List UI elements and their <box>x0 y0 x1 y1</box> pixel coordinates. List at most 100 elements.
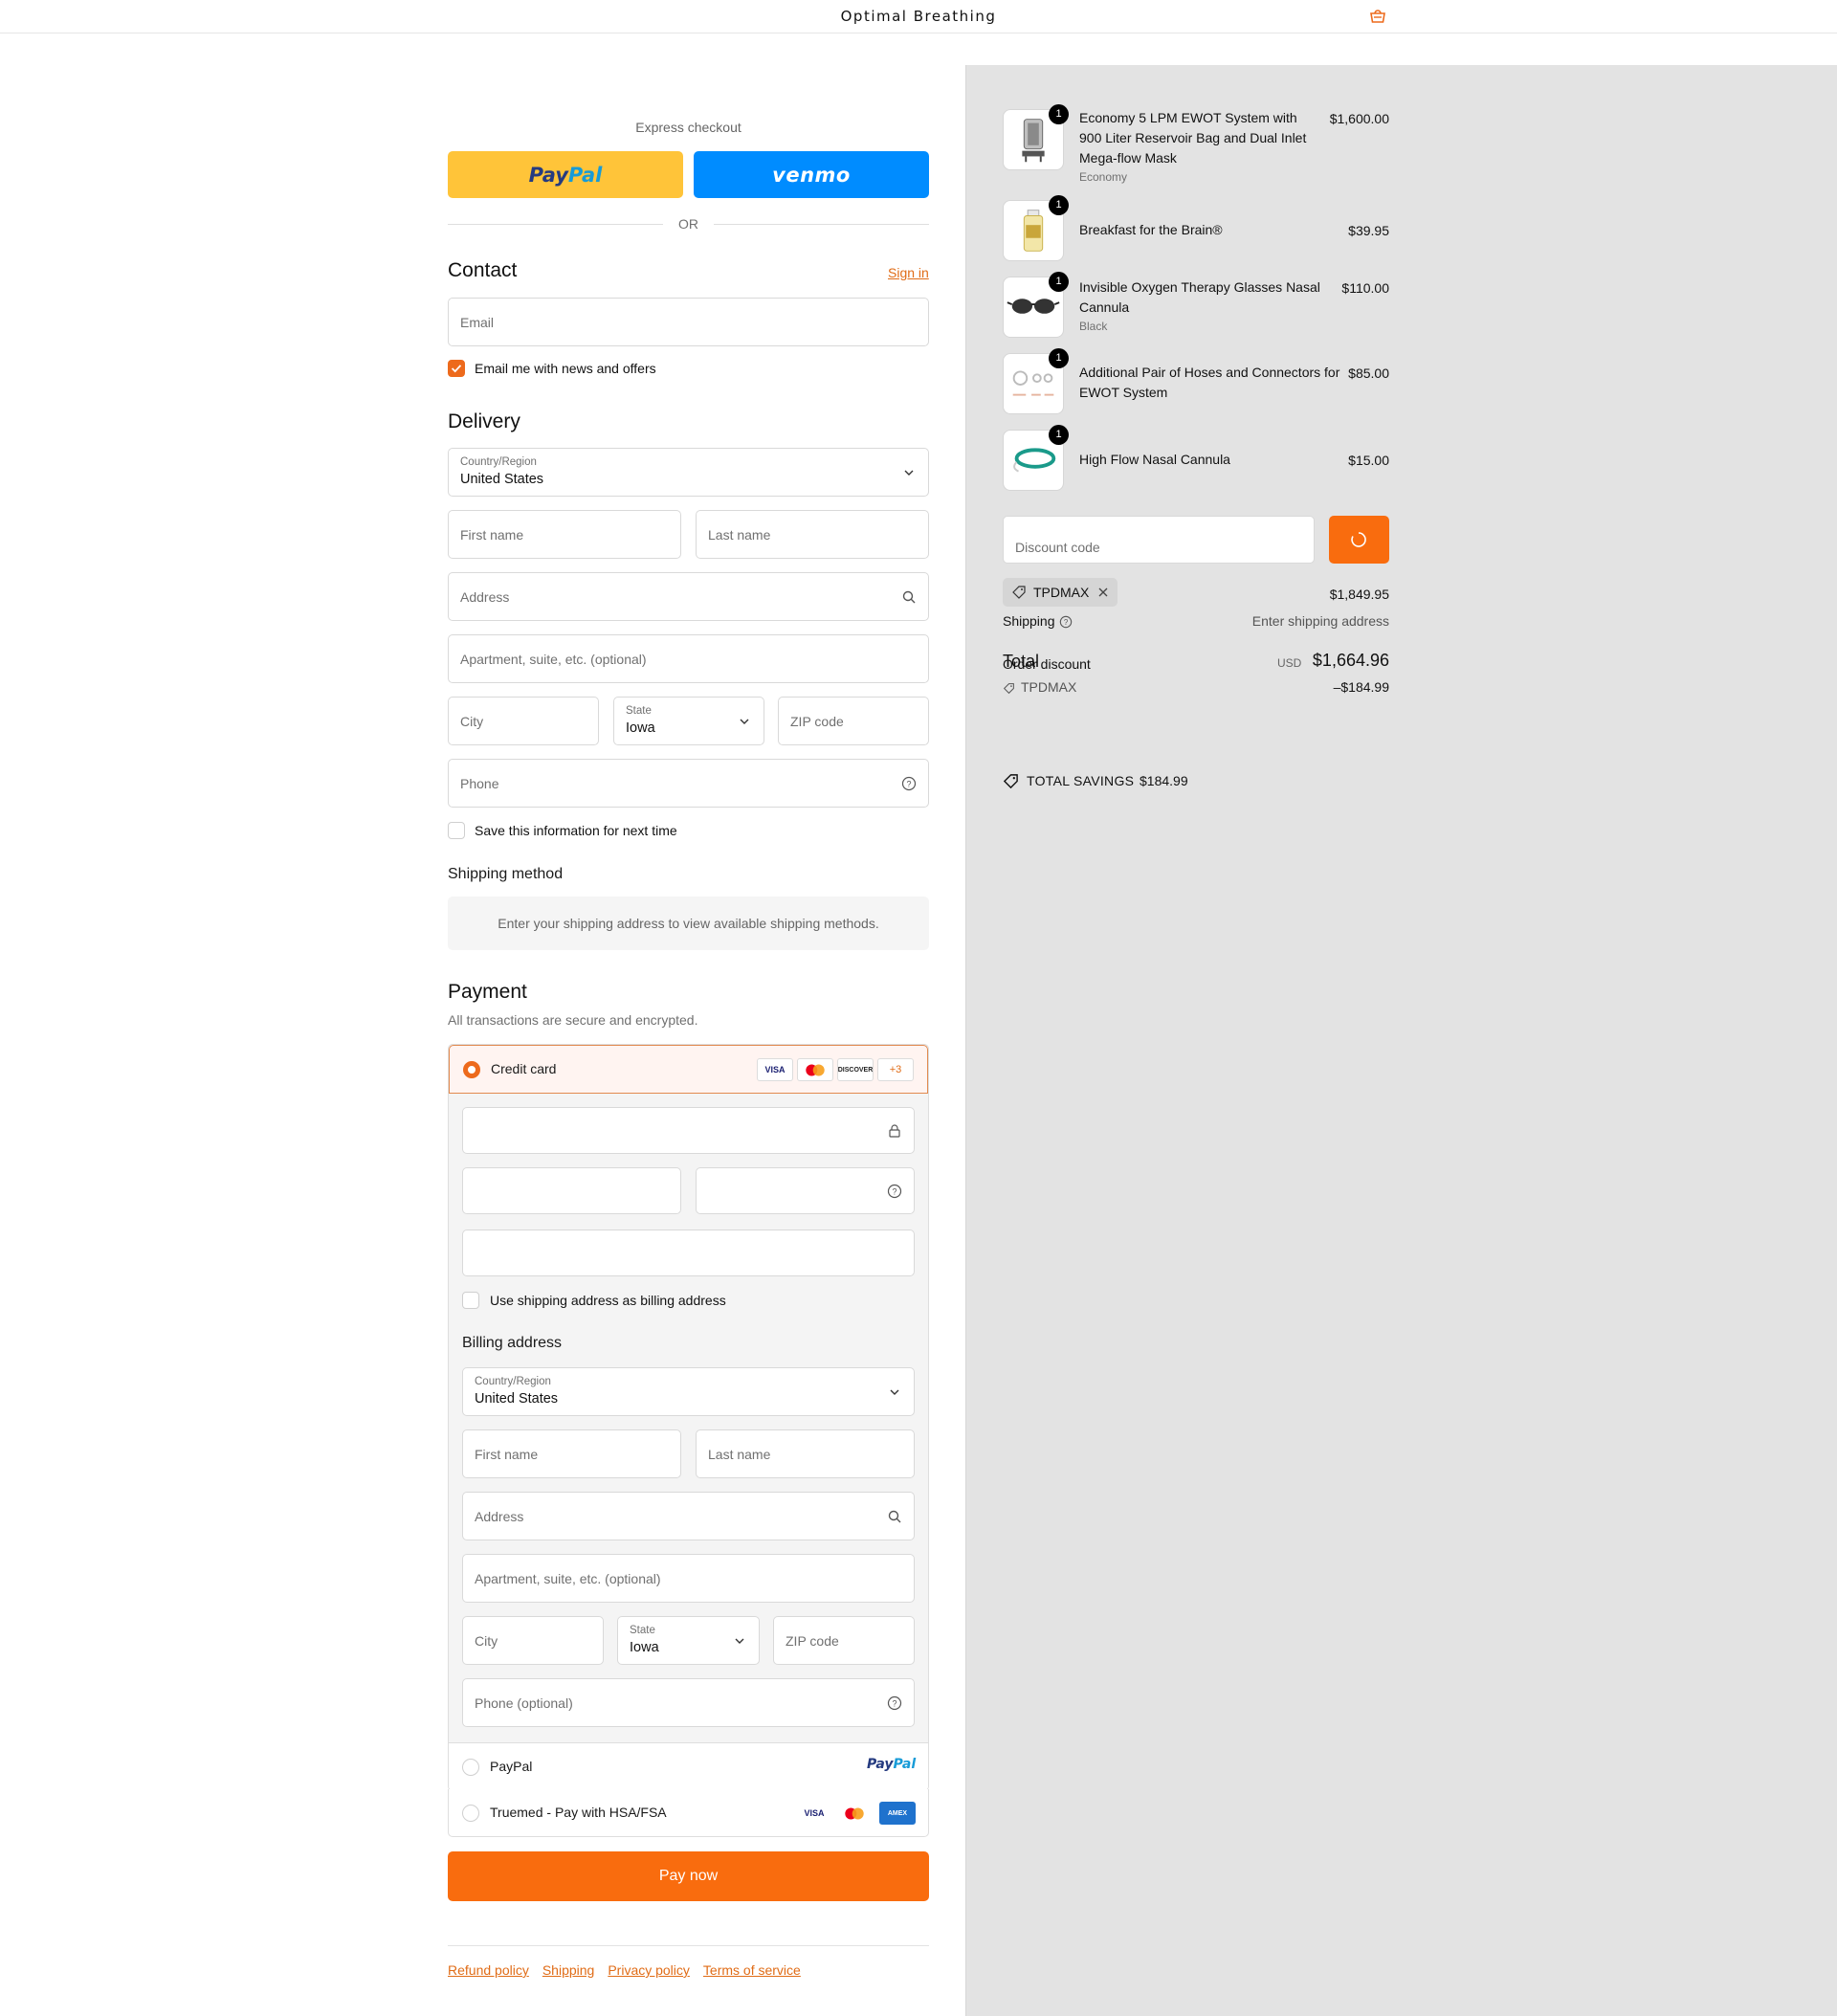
venmo-logo: venmo <box>772 163 851 187</box>
save-info-checkbox[interactable] <box>448 822 465 839</box>
use-shipping-label: Use shipping address as billing address <box>490 1293 726 1308</box>
email-field[interactable]: Email <box>448 298 929 346</box>
terms-of-service-link[interactable]: Terms of service <box>703 1962 801 1978</box>
billing-address-field[interactable]: Address <box>462 1492 915 1540</box>
privacy-policy-link[interactable]: Privacy policy <box>608 1962 690 1978</box>
pay-now-button[interactable]: Pay now <box>448 1851 929 1901</box>
paypal-radio[interactable] <box>462 1759 479 1776</box>
billing-zip-field[interactable]: ZIP code <box>773 1616 915 1665</box>
chevron-down-icon <box>740 719 749 724</box>
item-price: $1,600.00 <box>1329 111 1389 126</box>
billing-country-select[interactable]: Country/Region United States <box>462 1367 915 1416</box>
shipping-policy-link[interactable]: Shipping <box>542 1962 595 1978</box>
payment-subtitle: All transactions are secure and encrypte… <box>448 1012 698 1028</box>
help-icon[interactable]: ? <box>887 1695 902 1711</box>
address-field[interactable]: Address <box>448 572 929 621</box>
apartment-field[interactable]: Apartment, suite, etc. (optional) <box>448 634 929 683</box>
billing-city-placeholder: City <box>475 1632 498 1649</box>
applied-code-text: TPDMAX <box>1033 585 1090 600</box>
first-name-field[interactable]: First name <box>448 510 681 559</box>
item-name: Breakfast for the Brain® <box>1079 222 1223 237</box>
billing-apartment-placeholder: Apartment, suite, etc. (optional) <box>475 1570 661 1586</box>
item-variant: Black <box>1079 320 1108 333</box>
shipping-value: Enter shipping address <box>1251 613 1389 629</box>
truemed-option[interactable]: Truemed - Pay with HSA/FSA VISA AMEX <box>448 1789 929 1837</box>
help-icon[interactable]: ? <box>887 1184 902 1199</box>
item-price: $15.00 <box>1348 453 1389 468</box>
billing-city-field[interactable]: City <box>462 1616 604 1665</box>
save-info-label: Save this information for next time <box>475 823 677 838</box>
total-savings-label: TOTAL SAVINGS <box>1027 773 1135 788</box>
item-price: $110.00 <box>1341 280 1389 296</box>
svg-text:?: ? <box>906 779 911 788</box>
truemed-option-label: Truemed - Pay with HSA/FSA <box>490 1805 667 1820</box>
billing-first-name-field[interactable]: First name <box>462 1429 681 1478</box>
product-thumbnail: 1 <box>1003 348 1069 414</box>
item-price: $85.00 <box>1348 366 1389 381</box>
discount-value: –$184.99 <box>1333 679 1389 695</box>
state-label: State <box>626 705 652 717</box>
name-on-card-field[interactable] <box>462 1230 915 1276</box>
lock-icon <box>889 1123 900 1138</box>
shipping-method-info: Enter your shipping address to view avai… <box>448 897 929 950</box>
billing-phone-field[interactable]: Phone (optional) ? <box>462 1678 915 1727</box>
applied-discount-chip: TPDMAX <box>1003 578 1118 607</box>
expiration-date-field[interactable] <box>462 1167 681 1214</box>
visa-icon: VISA <box>796 1802 832 1825</box>
news-offers-checkbox[interactable] <box>448 360 465 377</box>
truemed-radio[interactable] <box>462 1805 479 1822</box>
remove-discount-icon[interactable] <box>1097 587 1109 598</box>
billing-state-select[interactable]: State Iowa <box>617 1616 760 1665</box>
product-thumbnail: 1 <box>1003 425 1069 491</box>
billing-apartment-field[interactable]: Apartment, suite, etc. (optional) <box>462 1554 915 1603</box>
check-icon <box>451 365 462 373</box>
credit-card-radio[interactable] <box>463 1061 480 1078</box>
tag-icon <box>1012 586 1026 599</box>
item-name: Economy 5 LPM EWOT System with 900 Liter… <box>1079 110 1307 166</box>
last-name-field[interactable]: Last name <box>696 510 929 559</box>
security-code-field[interactable]: ? <box>696 1167 915 1214</box>
credit-card-label: Credit card <box>491 1061 557 1076</box>
sign-in-link[interactable]: Sign in <box>888 265 929 280</box>
phone-field[interactable]: Phone ? <box>448 759 929 808</box>
mastercard-icon <box>836 1802 873 1825</box>
apply-discount-button[interactable] <box>1329 516 1389 564</box>
chevron-down-icon <box>890 1389 899 1395</box>
city-field[interactable]: City <box>448 697 599 745</box>
help-icon[interactable]: ? <box>901 776 917 791</box>
zip-field[interactable]: ZIP code <box>778 697 929 745</box>
paypal-logo: PayPal <box>528 163 603 187</box>
product-thumbnail: 1 <box>1003 104 1069 170</box>
billing-zip-placeholder: ZIP code <box>786 1632 839 1649</box>
quantity-badge: 1 <box>1049 425 1069 445</box>
venmo-express-button[interactable]: venmo <box>694 151 929 198</box>
last-name-placeholder: Last name <box>708 526 771 543</box>
credit-card-option[interactable]: Credit card VISA DISCOVER +3 <box>449 1045 928 1094</box>
subtotal-value: $1,849.95 <box>1329 587 1389 602</box>
card-number-field[interactable] <box>462 1107 915 1154</box>
mastercard-icon <box>797 1058 833 1081</box>
refund-policy-link[interactable]: Refund policy <box>448 1962 529 1978</box>
apartment-placeholder: Apartment, suite, etc. (optional) <box>460 651 647 667</box>
state-select[interactable]: State Iowa <box>613 697 764 745</box>
footer-links: Refund policy Shipping Privacy policy Te… <box>448 1962 801 1978</box>
contact-heading: Contact <box>448 259 518 281</box>
or-label: OR <box>678 216 698 232</box>
first-name-placeholder: First name <box>460 526 524 543</box>
country-select[interactable]: Country/Region United States <box>448 448 929 497</box>
bag-icon[interactable] <box>1368 9 1387 24</box>
product-thumbnail: 1 <box>1003 272 1069 338</box>
use-shipping-checkbox[interactable] <box>462 1292 479 1309</box>
paypal-express-button[interactable]: PayPal <box>448 151 683 198</box>
help-icon[interactable]: ? <box>1059 615 1073 629</box>
item-price: $39.95 <box>1348 223 1389 238</box>
quantity-badge: 1 <box>1049 348 1069 368</box>
billing-last-name-field[interactable]: Last name <box>696 1429 915 1478</box>
billing-country-value: United States <box>475 1391 559 1407</box>
discount-code-input[interactable]: Discount code <box>1003 516 1315 564</box>
paypal-logo: PayPal <box>867 1757 917 1772</box>
country-value: United States <box>460 472 544 487</box>
paypal-option[interactable]: PayPal PayPal <box>449 1742 928 1790</box>
billing-address-placeholder: Address <box>475 1508 524 1524</box>
store-logo[interactable]: Optimal Breathing <box>0 8 1837 25</box>
